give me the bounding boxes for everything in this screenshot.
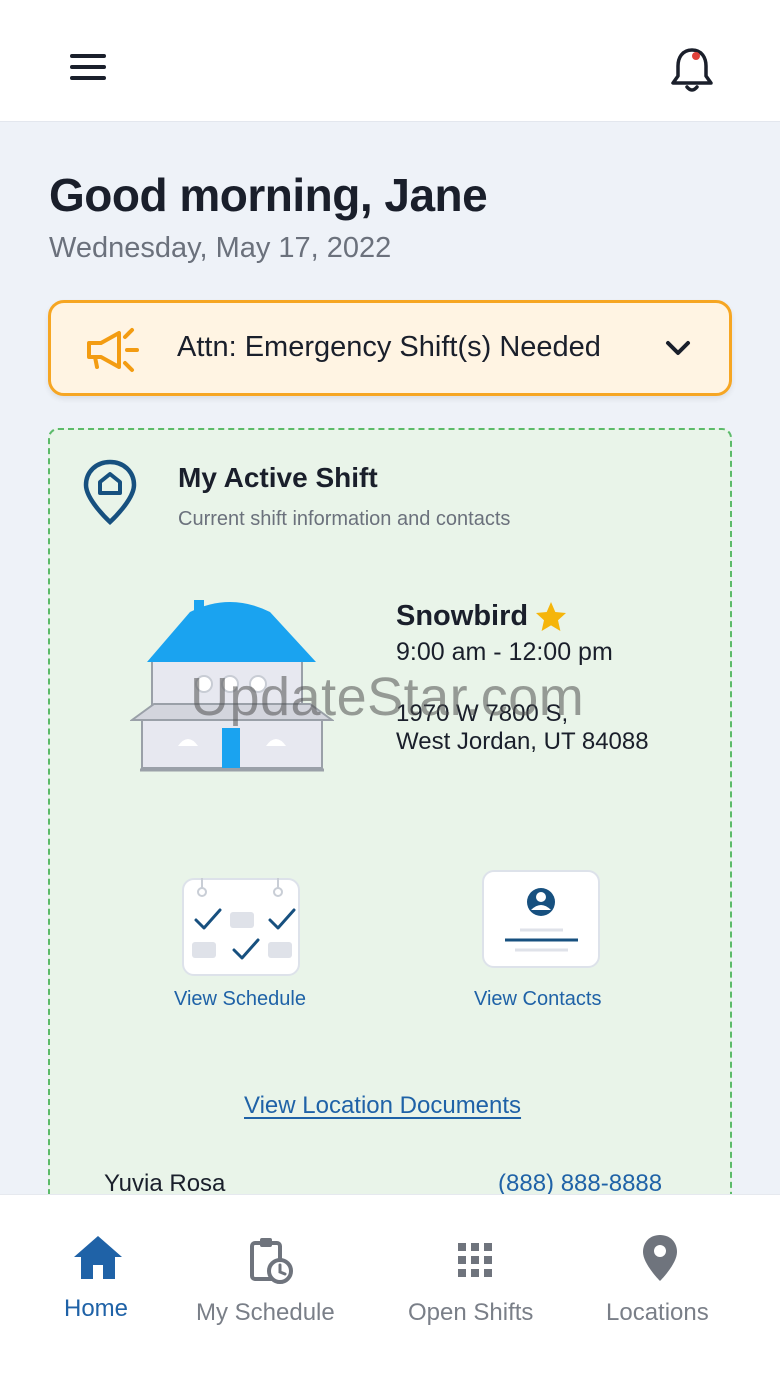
greeting-title: Good morning, Jane bbox=[49, 169, 488, 221]
clipboard-clock-icon bbox=[250, 1238, 293, 1284]
view-schedule-label: View Schedule bbox=[174, 988, 306, 1010]
contact-card-icon bbox=[482, 870, 600, 968]
megaphone-icon bbox=[83, 323, 149, 377]
app-screen: Good morning, Jane Wednesday, May 17, 20… bbox=[0, 0, 780, 1387]
hamburger-menu-icon[interactable] bbox=[60, 44, 116, 90]
nav-label-my-schedule: My Schedule bbox=[196, 1299, 335, 1326]
view-location-documents-link[interactable]: View Location Documents bbox=[244, 1092, 521, 1120]
address-line-2: West Jordan, UT 84088 bbox=[396, 728, 649, 755]
top-app-bar bbox=[0, 0, 780, 122]
alert-text: Attn: Emergency Shift(s) Needed bbox=[177, 331, 601, 363]
nav-open-shifts[interactable]: Open Shifts bbox=[400, 1195, 550, 1387]
location-home-pin-icon bbox=[80, 458, 140, 528]
notification-bell-icon[interactable] bbox=[664, 44, 720, 96]
chevron-down-icon[interactable] bbox=[663, 333, 693, 363]
nav-home[interactable]: Home bbox=[40, 1195, 160, 1387]
card-subtitle: Current shift information and contacts bbox=[178, 508, 511, 530]
nav-label-open-shifts: Open Shifts bbox=[408, 1299, 534, 1326]
bottom-navigation: Home My Schedule Open Shifts Locations bbox=[0, 1194, 780, 1387]
address-line-1: 1970 W 7800 S, bbox=[396, 700, 569, 727]
current-date: Wednesday, May 17, 2022 bbox=[49, 232, 392, 264]
nav-locations[interactable]: Locations bbox=[596, 1195, 726, 1387]
card-title: My Active Shift bbox=[178, 462, 378, 493]
shift-hours: 9:00 am - 12:00 pm bbox=[396, 638, 613, 666]
location-name: Snowbird bbox=[396, 600, 529, 632]
active-shift-card: My Active Shift Current shift informatio… bbox=[48, 428, 732, 1248]
calendar-check-icon bbox=[182, 878, 300, 976]
nav-label-locations: Locations bbox=[606, 1299, 709, 1326]
home-icon bbox=[74, 1236, 122, 1279]
view-schedule-button[interactable]: View Schedule bbox=[170, 870, 310, 1010]
emergency-shift-alert[interactable]: Attn: Emergency Shift(s) Needed bbox=[48, 300, 732, 396]
location-pin-icon bbox=[643, 1235, 677, 1281]
nav-my-schedule[interactable]: My Schedule bbox=[190, 1195, 350, 1387]
grid-dots-icon bbox=[458, 1243, 492, 1277]
unread-dot bbox=[692, 52, 700, 60]
house-illustration bbox=[128, 596, 336, 774]
nav-label-home: Home bbox=[64, 1295, 129, 1322]
view-contacts-button[interactable]: View Contacts bbox=[470, 870, 610, 1010]
view-contacts-label: View Contacts bbox=[474, 988, 602, 1010]
favorite-star-icon[interactable] bbox=[534, 600, 568, 634]
